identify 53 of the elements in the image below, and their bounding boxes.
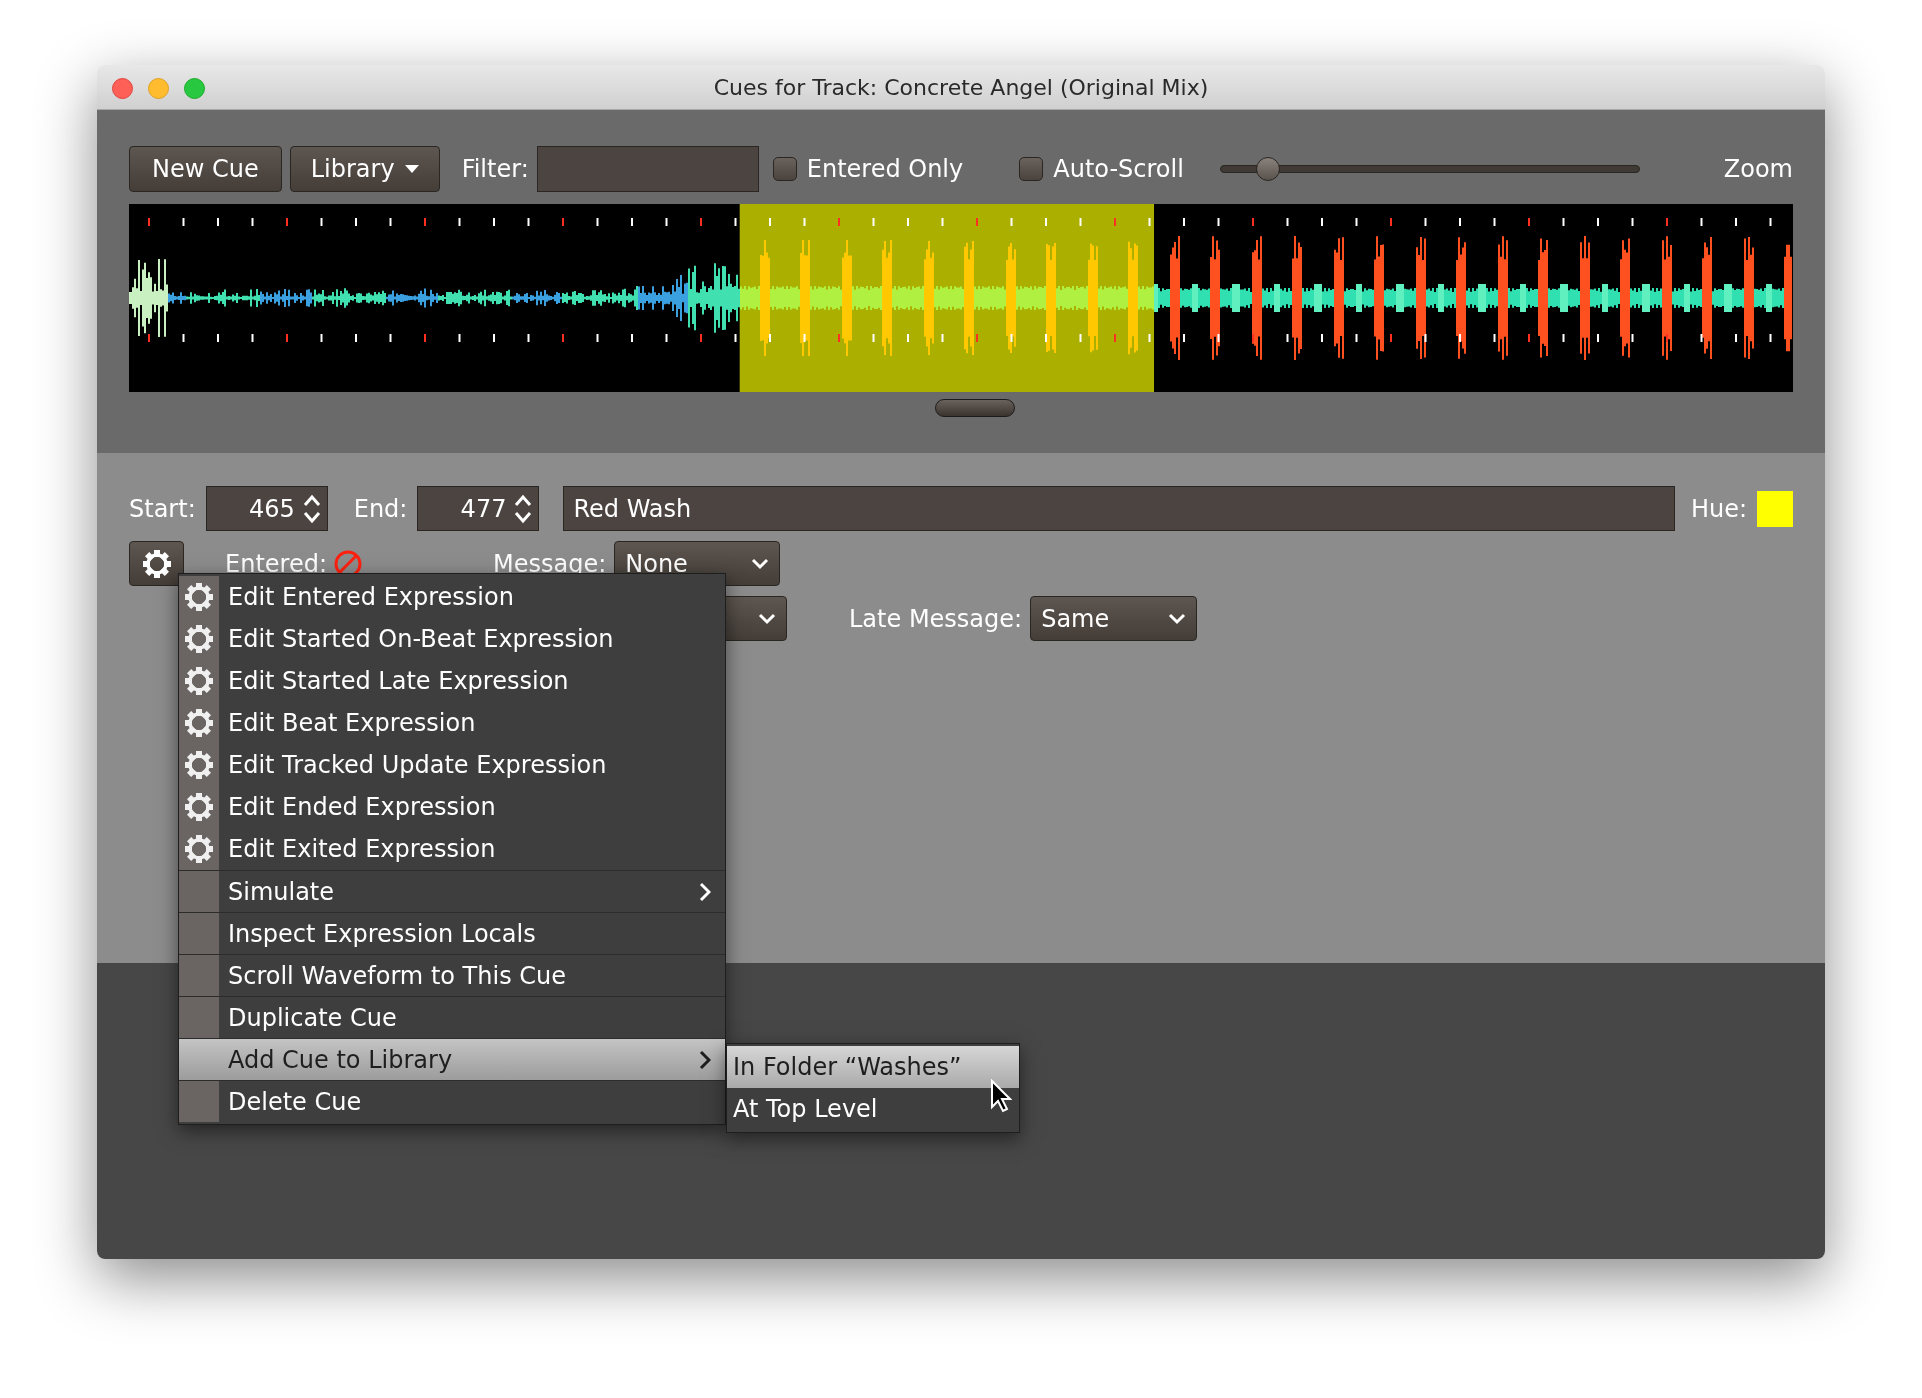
- gear-icon: [184, 750, 214, 780]
- scroll-handle[interactable]: [935, 399, 1015, 417]
- late-message-dropdown[interactable]: Same: [1030, 596, 1198, 641]
- zoom-label: Zoom: [1723, 154, 1793, 185]
- chevron-right-icon: [699, 881, 711, 902]
- gear-icon: [184, 792, 214, 822]
- menu-item[interactable]: Inspect Expression Locals: [179, 912, 725, 954]
- gear-icon: [141, 548, 172, 579]
- gear-icon: [184, 666, 214, 696]
- filter-label: Filter:: [461, 154, 529, 185]
- new-cue-button[interactable]: New Cue: [129, 146, 282, 192]
- caret-icon: [404, 165, 419, 173]
- checkbox-label: Auto-Scroll: [1053, 154, 1184, 185]
- checkbox[interactable]: [1019, 157, 1044, 181]
- zoom-button[interactable]: [184, 78, 205, 99]
- checkbox[interactable]: [772, 157, 797, 181]
- menu-item[interactable]: Edit Exited Expression: [179, 828, 725, 870]
- mouse-pointer-icon: [990, 1079, 1012, 1113]
- chevron-right-icon: [699, 1049, 711, 1070]
- cue-name-field[interactable]: Red Wash: [563, 486, 1676, 531]
- gear-icon: [184, 834, 214, 864]
- menu-item[interactable]: Edit Tracked Update Expression: [179, 744, 725, 786]
- menu-item[interactable]: Edit Ended Expression: [179, 786, 725, 828]
- menu-item[interactable]: Simulate: [179, 870, 725, 912]
- waveform-drawing[interactable]: [129, 204, 1793, 392]
- hue-swatch[interactable]: [1757, 490, 1793, 527]
- chevron-icon: [758, 612, 776, 625]
- submenu-item[interactable]: In Folder “Washes”: [727, 1046, 1019, 1088]
- minimize-button[interactable]: [148, 78, 169, 99]
- gear-icon: [184, 708, 214, 738]
- chevron-icon: [751, 557, 770, 570]
- menu-item[interactable]: Delete Cue: [179, 1080, 725, 1122]
- menu-item[interactable]: Edit Started Late Expression: [179, 660, 725, 702]
- gear-icon: [184, 582, 214, 612]
- submenu-item[interactable]: At Top Level: [727, 1088, 1019, 1130]
- late-message-label: Late Message:: [849, 603, 1023, 635]
- chevron-icon: [1168, 612, 1187, 625]
- close-button[interactable]: [112, 78, 133, 99]
- gear-button[interactable]: [129, 541, 184, 586]
- checkbox-label: Entered Only: [806, 154, 964, 185]
- end-label: End:: [353, 493, 408, 525]
- library-button[interactable]: Library: [289, 146, 440, 192]
- filter-field[interactable]: [536, 146, 759, 192]
- menu-item[interactable]: Edit Started On-Beat Expression: [179, 618, 725, 660]
- menu-item[interactable]: Edit Beat Expression: [179, 702, 725, 744]
- gear-icon: [184, 624, 214, 654]
- start-spinner[interactable]: 465: [205, 486, 328, 531]
- window-title: Cues for Track: Concrete Angel (Original Mix): [713, 73, 1209, 102]
- menu-item[interactable]: Add Cue to Library: [179, 1038, 725, 1080]
- hue-label: Hue:: [1690, 493, 1747, 525]
- start-label: Start:: [129, 493, 196, 525]
- end-spinner[interactable]: 477: [417, 486, 540, 531]
- menu-item[interactable]: Scroll Waveform to This Cue: [179, 954, 725, 996]
